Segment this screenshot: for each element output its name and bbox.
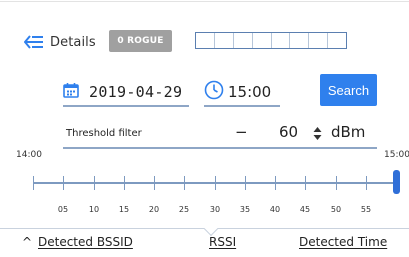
- timeline-minute-label: 55: [360, 205, 372, 214]
- threshold-stepper-icon[interactable]: [313, 126, 322, 141]
- rogue-bar-segment: [328, 33, 346, 48]
- timeline-minute-label: 50: [330, 205, 342, 214]
- threshold-filter-label: Threshold filter: [66, 128, 142, 139]
- time-value: 15:00: [228, 82, 272, 101]
- timeline-minute-label: 20: [148, 205, 160, 214]
- timeline-tick: [33, 176, 34, 190]
- timeline-minute-label: 25: [178, 205, 190, 214]
- timeline-tick: [215, 176, 216, 190]
- rogue-bar-segment: [253, 33, 272, 48]
- timeline-slider-handle[interactable]: [393, 170, 400, 194]
- timeline-end-label: 15:00: [384, 150, 409, 160]
- rogue-level-bar: [195, 32, 347, 49]
- timeline-tick: [275, 176, 276, 190]
- timeline-tick: [366, 176, 367, 190]
- timeline-minute-label: 05: [57, 205, 69, 214]
- details-label: Details: [50, 34, 96, 50]
- wifi-scan-panel: Details 0 ROGUE 2019-04-29 15:00 Search …: [0, 0, 409, 257]
- rogue-bar-segment: [215, 33, 234, 48]
- column-header-rssi[interactable]: RSSI: [209, 235, 236, 249]
- timeline-tick: [94, 176, 95, 190]
- timeline-tick: [184, 176, 185, 190]
- timeline-tick: [245, 176, 246, 190]
- rogue-bar-segment: [234, 33, 253, 48]
- rogue-count-badge: 0 ROGUE: [109, 30, 172, 52]
- clock-icon[interactable]: [204, 80, 224, 104]
- time-field[interactable]: 15:00: [204, 78, 280, 107]
- timeline-minute-label: 10: [88, 205, 100, 214]
- rogue-bar-segment: [272, 33, 291, 48]
- collapse-details-icon[interactable]: [24, 35, 44, 49]
- timeline-tick: [63, 176, 64, 190]
- timeline-tick: [154, 176, 155, 190]
- date-value: 2019-04-29: [89, 82, 183, 101]
- rogue-bar-segment: [290, 33, 310, 48]
- top-divider: [0, 1, 409, 2]
- calendar-icon[interactable]: [63, 82, 79, 102]
- timeline-minute-label: 30: [209, 205, 221, 214]
- timeline-minute-label: 15: [118, 205, 130, 214]
- column-header-detected-time[interactable]: Detected Time: [299, 235, 387, 249]
- search-button[interactable]: Search: [320, 74, 377, 106]
- threshold-value[interactable]: 60: [279, 123, 298, 141]
- threshold-sign: −: [235, 123, 248, 141]
- sort-ascending-icon[interactable]: ^: [22, 235, 32, 249]
- column-header-detected-bssid[interactable]: Detected BSSID: [38, 235, 133, 249]
- rogue-bar-segment: [196, 33, 215, 48]
- details-toggle[interactable]: Details: [24, 30, 96, 54]
- timeline-minute-label: 35: [239, 205, 251, 214]
- date-field[interactable]: 2019-04-29: [63, 78, 189, 107]
- timeline-minute-label: 40: [269, 205, 281, 214]
- threshold-filter-field[interactable]: Threshold filter − 60 dBm: [63, 122, 377, 149]
- timeline-minute-label: 45: [299, 205, 311, 214]
- timeline-start-label: 14:00: [16, 150, 42, 160]
- threshold-unit: dBm: [331, 123, 366, 141]
- timeline-tick: [305, 176, 306, 190]
- rogue-bar-segment: [309, 33, 329, 48]
- timeline-tick: [336, 176, 337, 190]
- divider-notch: [203, 221, 219, 237]
- timeline-tick: [124, 176, 125, 190]
